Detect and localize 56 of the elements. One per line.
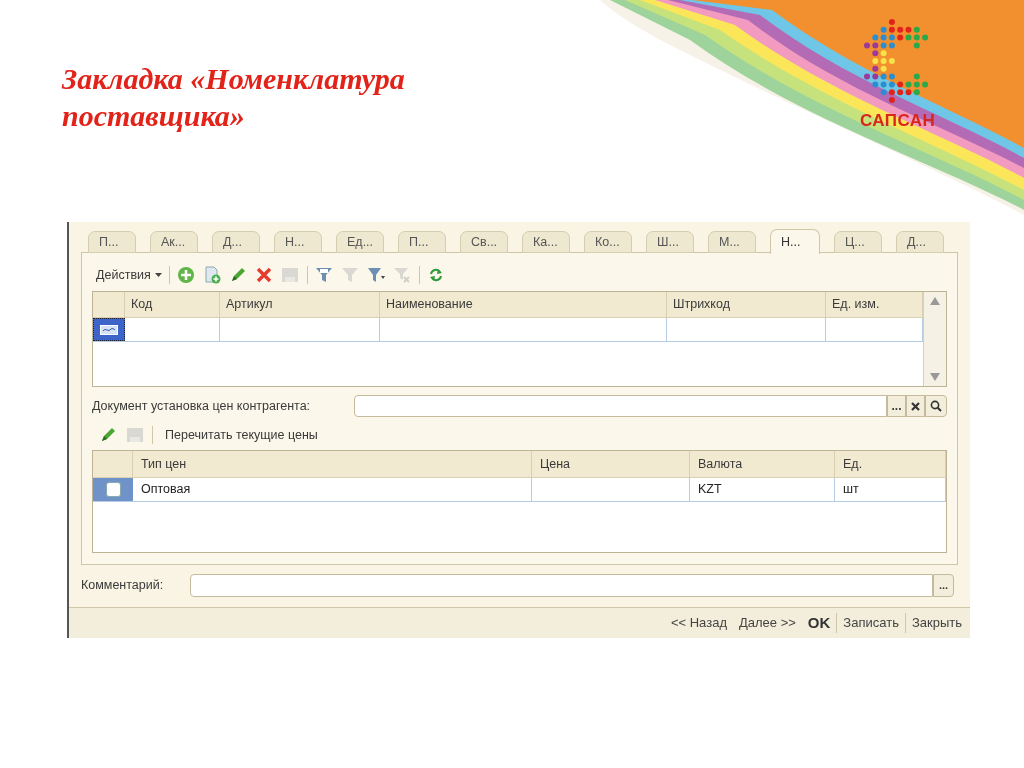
- search-icon: [930, 400, 942, 412]
- document-field[interactable]: [354, 395, 887, 417]
- field-label: Комментарий:: [81, 577, 165, 595]
- caret-icon: [154, 273, 162, 277]
- add-icon[interactable]: [176, 265, 196, 285]
- tab[interactable]: Д...: [212, 231, 260, 253]
- comment-field[interactable]: [190, 574, 933, 597]
- actions-menu-button[interactable]: Действия: [92, 265, 162, 285]
- tab[interactable]: Н...: [274, 231, 322, 253]
- filter-icon[interactable]: [366, 265, 386, 285]
- column-header[interactable]: Цена: [532, 451, 690, 477]
- footer-button[interactable]: Записать: [837, 610, 905, 636]
- footer-button[interactable]: Закрыть: [905, 610, 968, 636]
- edit-row-icon: [100, 324, 118, 335]
- tab[interactable]: Св...: [460, 231, 508, 253]
- scroll-up-icon[interactable]: [930, 297, 940, 305]
- column-header[interactable]: Код: [125, 292, 220, 317]
- field-label: Документ установка цен контрагента:: [92, 397, 312, 415]
- clear-button[interactable]: [906, 395, 925, 417]
- tab[interactable]: Д...: [896, 231, 944, 253]
- column-header[interactable]: Наименование: [380, 292, 667, 317]
- table-cell: KZT: [690, 478, 835, 501]
- tab[interactable]: Ак...: [150, 231, 198, 253]
- scrollbar[interactable]: [923, 292, 946, 386]
- tab[interactable]: Ко...: [584, 231, 632, 253]
- tab[interactable]: Н...: [770, 229, 820, 254]
- tab[interactable]: П...: [88, 231, 136, 253]
- tab[interactable]: П...: [398, 231, 446, 253]
- column-header[interactable]: Валюта: [690, 451, 835, 477]
- table-cell: Оптовая: [133, 478, 532, 501]
- column-header[interactable]: Тип цен: [133, 451, 532, 477]
- column-header[interactable]: Штрихкод: [667, 292, 826, 317]
- checkbox[interactable]: [105, 482, 121, 497]
- table-cell: шт: [835, 478, 946, 501]
- choose-button[interactable]: ...: [887, 395, 906, 417]
- scroll-down-icon[interactable]: [930, 373, 940, 381]
- row-marker[interactable]: [93, 318, 125, 341]
- tab[interactable]: Ед...: [336, 231, 384, 253]
- tab[interactable]: Ц...: [834, 231, 882, 253]
- column-header[interactable]: Ед.: [835, 451, 946, 477]
- reread-prices-button[interactable]: Перечитать текущие цены: [161, 425, 318, 445]
- close-icon: [911, 401, 920, 411]
- logo-text: САПСАН: [860, 110, 936, 132]
- footer-button[interactable]: OK: [801, 610, 837, 636]
- tab[interactable]: Ка...: [522, 231, 570, 253]
- tab[interactable]: Ш...: [646, 231, 694, 253]
- column-header[interactable]: Артикул: [220, 292, 380, 317]
- copy-icon[interactable]: [202, 265, 222, 285]
- choose-button[interactable]: ...: [933, 574, 954, 597]
- search-button[interactable]: [925, 395, 947, 417]
- tab[interactable]: М...: [708, 231, 756, 253]
- delete-icon[interactable]: [254, 265, 274, 285]
- filter-icon[interactable]: [314, 265, 334, 285]
- slide-title: Закладка «Номенклатура поставщика»: [62, 61, 406, 134]
- footer-button[interactable]: Далее >>: [733, 610, 802, 636]
- footer-button[interactable]: << Назад: [664, 610, 733, 636]
